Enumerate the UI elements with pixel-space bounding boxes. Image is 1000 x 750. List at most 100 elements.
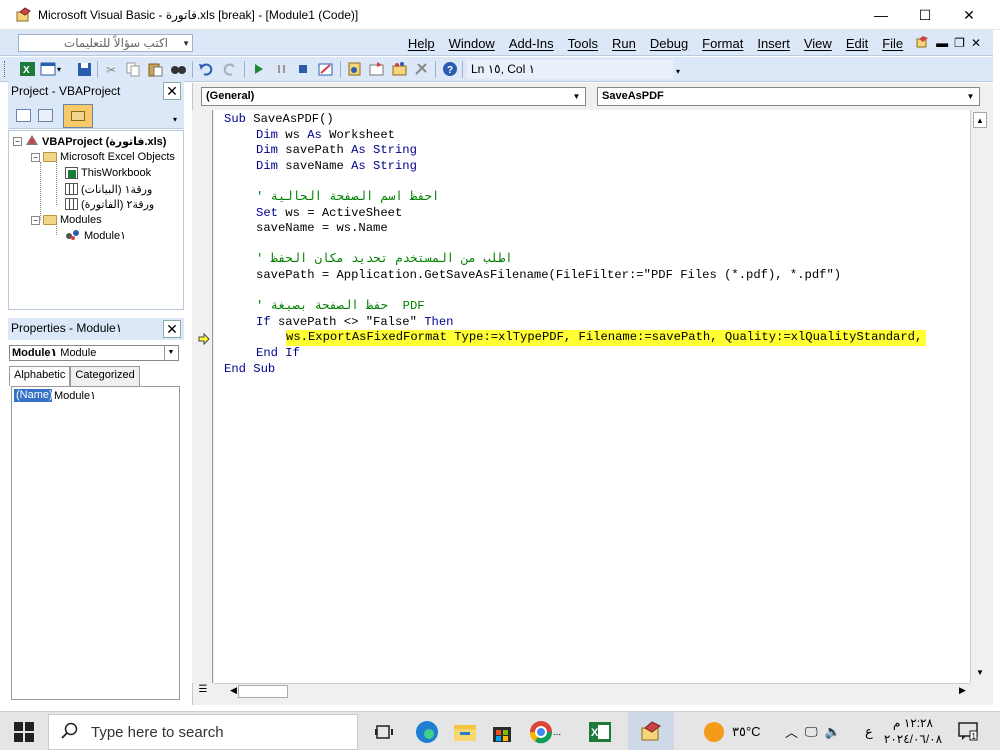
- chrome-icon[interactable]: ...: [523, 716, 567, 748]
- copy-icon[interactable]: [125, 61, 142, 77]
- code-line: Dim saveName As String: [256, 158, 417, 173]
- tree-thisworkbook[interactable]: ThisWorkbook: [65, 166, 151, 180]
- mdi-restore-icon[interactable]: ❐: [954, 36, 965, 50]
- scroll-up-icon[interactable]: ▲: [973, 112, 987, 128]
- tree-vbaproject[interactable]: − VBAProject (فاتورة.xls): [13, 134, 166, 148]
- code-margin[interactable]: [192, 110, 213, 683]
- scroll-down-icon[interactable]: ▼: [973, 666, 987, 680]
- excel-icon[interactable]: X: [584, 716, 616, 748]
- procedure-view-icon[interactable]: ☰: [195, 684, 211, 698]
- tree-module1[interactable]: Module١: [65, 228, 126, 242]
- menu-window[interactable]: Window: [442, 36, 502, 51]
- menu-format[interactable]: Format: [695, 36, 750, 51]
- code-line: Dim ws As Worksheet: [256, 127, 395, 142]
- menu-edit[interactable]: Edit: [839, 36, 875, 51]
- procedure-combo-value: SaveAsPDF: [602, 90, 664, 102]
- reset-icon[interactable]: [295, 61, 312, 77]
- tree-sheet1[interactable]: ورقة١ (البيانات): [65, 182, 152, 196]
- thisworkbook-label: ThisWorkbook: [81, 167, 152, 179]
- network-icon[interactable]: 🖵: [805, 724, 818, 740]
- vertical-scrollbar[interactable]: ▲ ▼: [970, 110, 988, 683]
- object-combo[interactable]: (General) ▼: [201, 87, 586, 106]
- task-view-icon[interactable]: [368, 716, 400, 748]
- procedure-combo[interactable]: SaveAsPDF ▼: [597, 87, 980, 106]
- horizontal-scrollbar[interactable]: ◀ ▶: [214, 683, 970, 700]
- volume-icon[interactable]: 🔈: [825, 724, 841, 740]
- object-browser-icon[interactable]: [391, 61, 408, 77]
- menu-items: Help Window Add-Ins Tools Run Debug Form…: [401, 30, 981, 56]
- taskbar-search[interactable]: Type here to search: [48, 714, 358, 750]
- maximize-button[interactable]: ☐: [902, 0, 948, 30]
- save-icon[interactable]: [76, 61, 93, 77]
- view-excel-icon[interactable]: X: [19, 61, 36, 77]
- mdi-icon[interactable]: [916, 35, 930, 51]
- properties-object-name: Module١: [12, 347, 58, 359]
- toggle-folders-icon[interactable]: [63, 104, 93, 128]
- menu-file[interactable]: File: [875, 36, 910, 51]
- toolbar-options-icon[interactable]: ▾: [676, 67, 693, 83]
- menu-help[interactable]: Help: [401, 36, 442, 51]
- property-value[interactable]: Module١: [52, 389, 96, 402]
- run-icon[interactable]: [250, 61, 267, 77]
- dropdown-arrow-icon[interactable]: ▼: [164, 346, 177, 360]
- menu-tools[interactable]: Tools: [561, 36, 605, 51]
- menu-addins[interactable]: Add-Ins: [502, 36, 561, 51]
- design-mode-icon[interactable]: [317, 61, 334, 77]
- undo-icon[interactable]: [198, 61, 215, 77]
- tab-categorized[interactable]: Categorized: [70, 366, 140, 386]
- edge-icon[interactable]: [411, 716, 443, 748]
- weather-widget[interactable]: ٣٥°C: [704, 712, 761, 750]
- code-line: End If: [256, 346, 300, 360]
- tab-alphabetic[interactable]: Alphabetic: [9, 366, 71, 386]
- dropdown-arrow-icon[interactable]: ▼: [182, 36, 190, 52]
- project-toolbar-options-icon[interactable]: ▾: [173, 115, 177, 124]
- find-icon[interactable]: [170, 61, 187, 77]
- toolbar-grip[interactable]: [4, 61, 7, 77]
- ask-question-box[interactable]: اكتب سؤالاً للتعليمات ▼: [18, 34, 193, 52]
- search-icon: [61, 722, 79, 743]
- code-comment: اطلب من المستخدم تحديد مكان الحفظ ': [256, 252, 513, 267]
- cut-icon[interactable]: ✂: [104, 61, 121, 77]
- properties-window-icon[interactable]: [368, 61, 385, 77]
- vba-editor-taskbar-icon[interactable]: [628, 712, 674, 750]
- file-explorer-icon[interactable]: [449, 716, 481, 748]
- notification-icon[interactable]: 1: [958, 721, 978, 744]
- scroll-left-icon[interactable]: ◀: [230, 685, 237, 696]
- menu-debug[interactable]: Debug: [643, 36, 695, 51]
- break-icon[interactable]: [273, 61, 290, 77]
- menu-view[interactable]: View: [797, 36, 839, 51]
- toolbox-icon[interactable]: [413, 61, 430, 77]
- mdi-close-icon[interactable]: ✕: [971, 36, 981, 50]
- svg-text:1: 1: [972, 732, 977, 741]
- windows-start-icon[interactable]: [14, 722, 34, 745]
- chevron-up-icon[interactable]: ︿: [785, 722, 798, 741]
- input-language[interactable]: ع: [865, 712, 873, 750]
- paste-icon[interactable]: [147, 61, 164, 77]
- properties-close-button[interactable]: ✕: [163, 320, 181, 338]
- dropdown-arrow-icon[interactable]: ▼: [963, 89, 978, 104]
- menu-insert[interactable]: Insert: [750, 36, 797, 51]
- dropdown-arrow-icon[interactable]: ▼: [569, 89, 584, 104]
- scrollbar-thumb[interactable]: [238, 685, 288, 698]
- menu-run[interactable]: Run: [605, 36, 643, 51]
- insert-module-icon[interactable]: ▾: [40, 61, 64, 77]
- properties-object-combo[interactable]: Module١ Module ▼: [9, 345, 179, 361]
- code-editor[interactable]: Sub SaveAsPDF() Dim ws As Worksheet Dim …: [214, 110, 970, 683]
- help-icon[interactable]: ?: [442, 61, 459, 77]
- tree-sheet2[interactable]: ورقة٢ (الفاتورة): [65, 197, 154, 211]
- redo-icon[interactable]: [221, 61, 238, 77]
- close-button[interactable]: ✕: [946, 0, 992, 30]
- tree-excel-objects[interactable]: − Microsoft Excel Objects: [31, 150, 175, 164]
- modules-label: Modules: [60, 214, 102, 226]
- project-close-button[interactable]: ✕: [163, 82, 181, 100]
- scroll-right-icon[interactable]: ▶: [959, 685, 966, 696]
- clock[interactable]: ١٢:٢٨ م ٢٠٢٤/٠٦/٠٨: [882, 715, 944, 747]
- property-row[interactable]: (Name) Module١: [14, 389, 96, 402]
- mdi-minimize-icon[interactable]: ▬: [936, 36, 948, 50]
- minimize-button[interactable]: —: [858, 0, 904, 30]
- tree-modules[interactable]: − Modules: [31, 213, 102, 227]
- view-object-icon[interactable]: [38, 109, 53, 122]
- project-explorer-icon[interactable]: [346, 61, 363, 77]
- view-code-icon[interactable]: [16, 109, 31, 122]
- store-icon[interactable]: [486, 716, 518, 748]
